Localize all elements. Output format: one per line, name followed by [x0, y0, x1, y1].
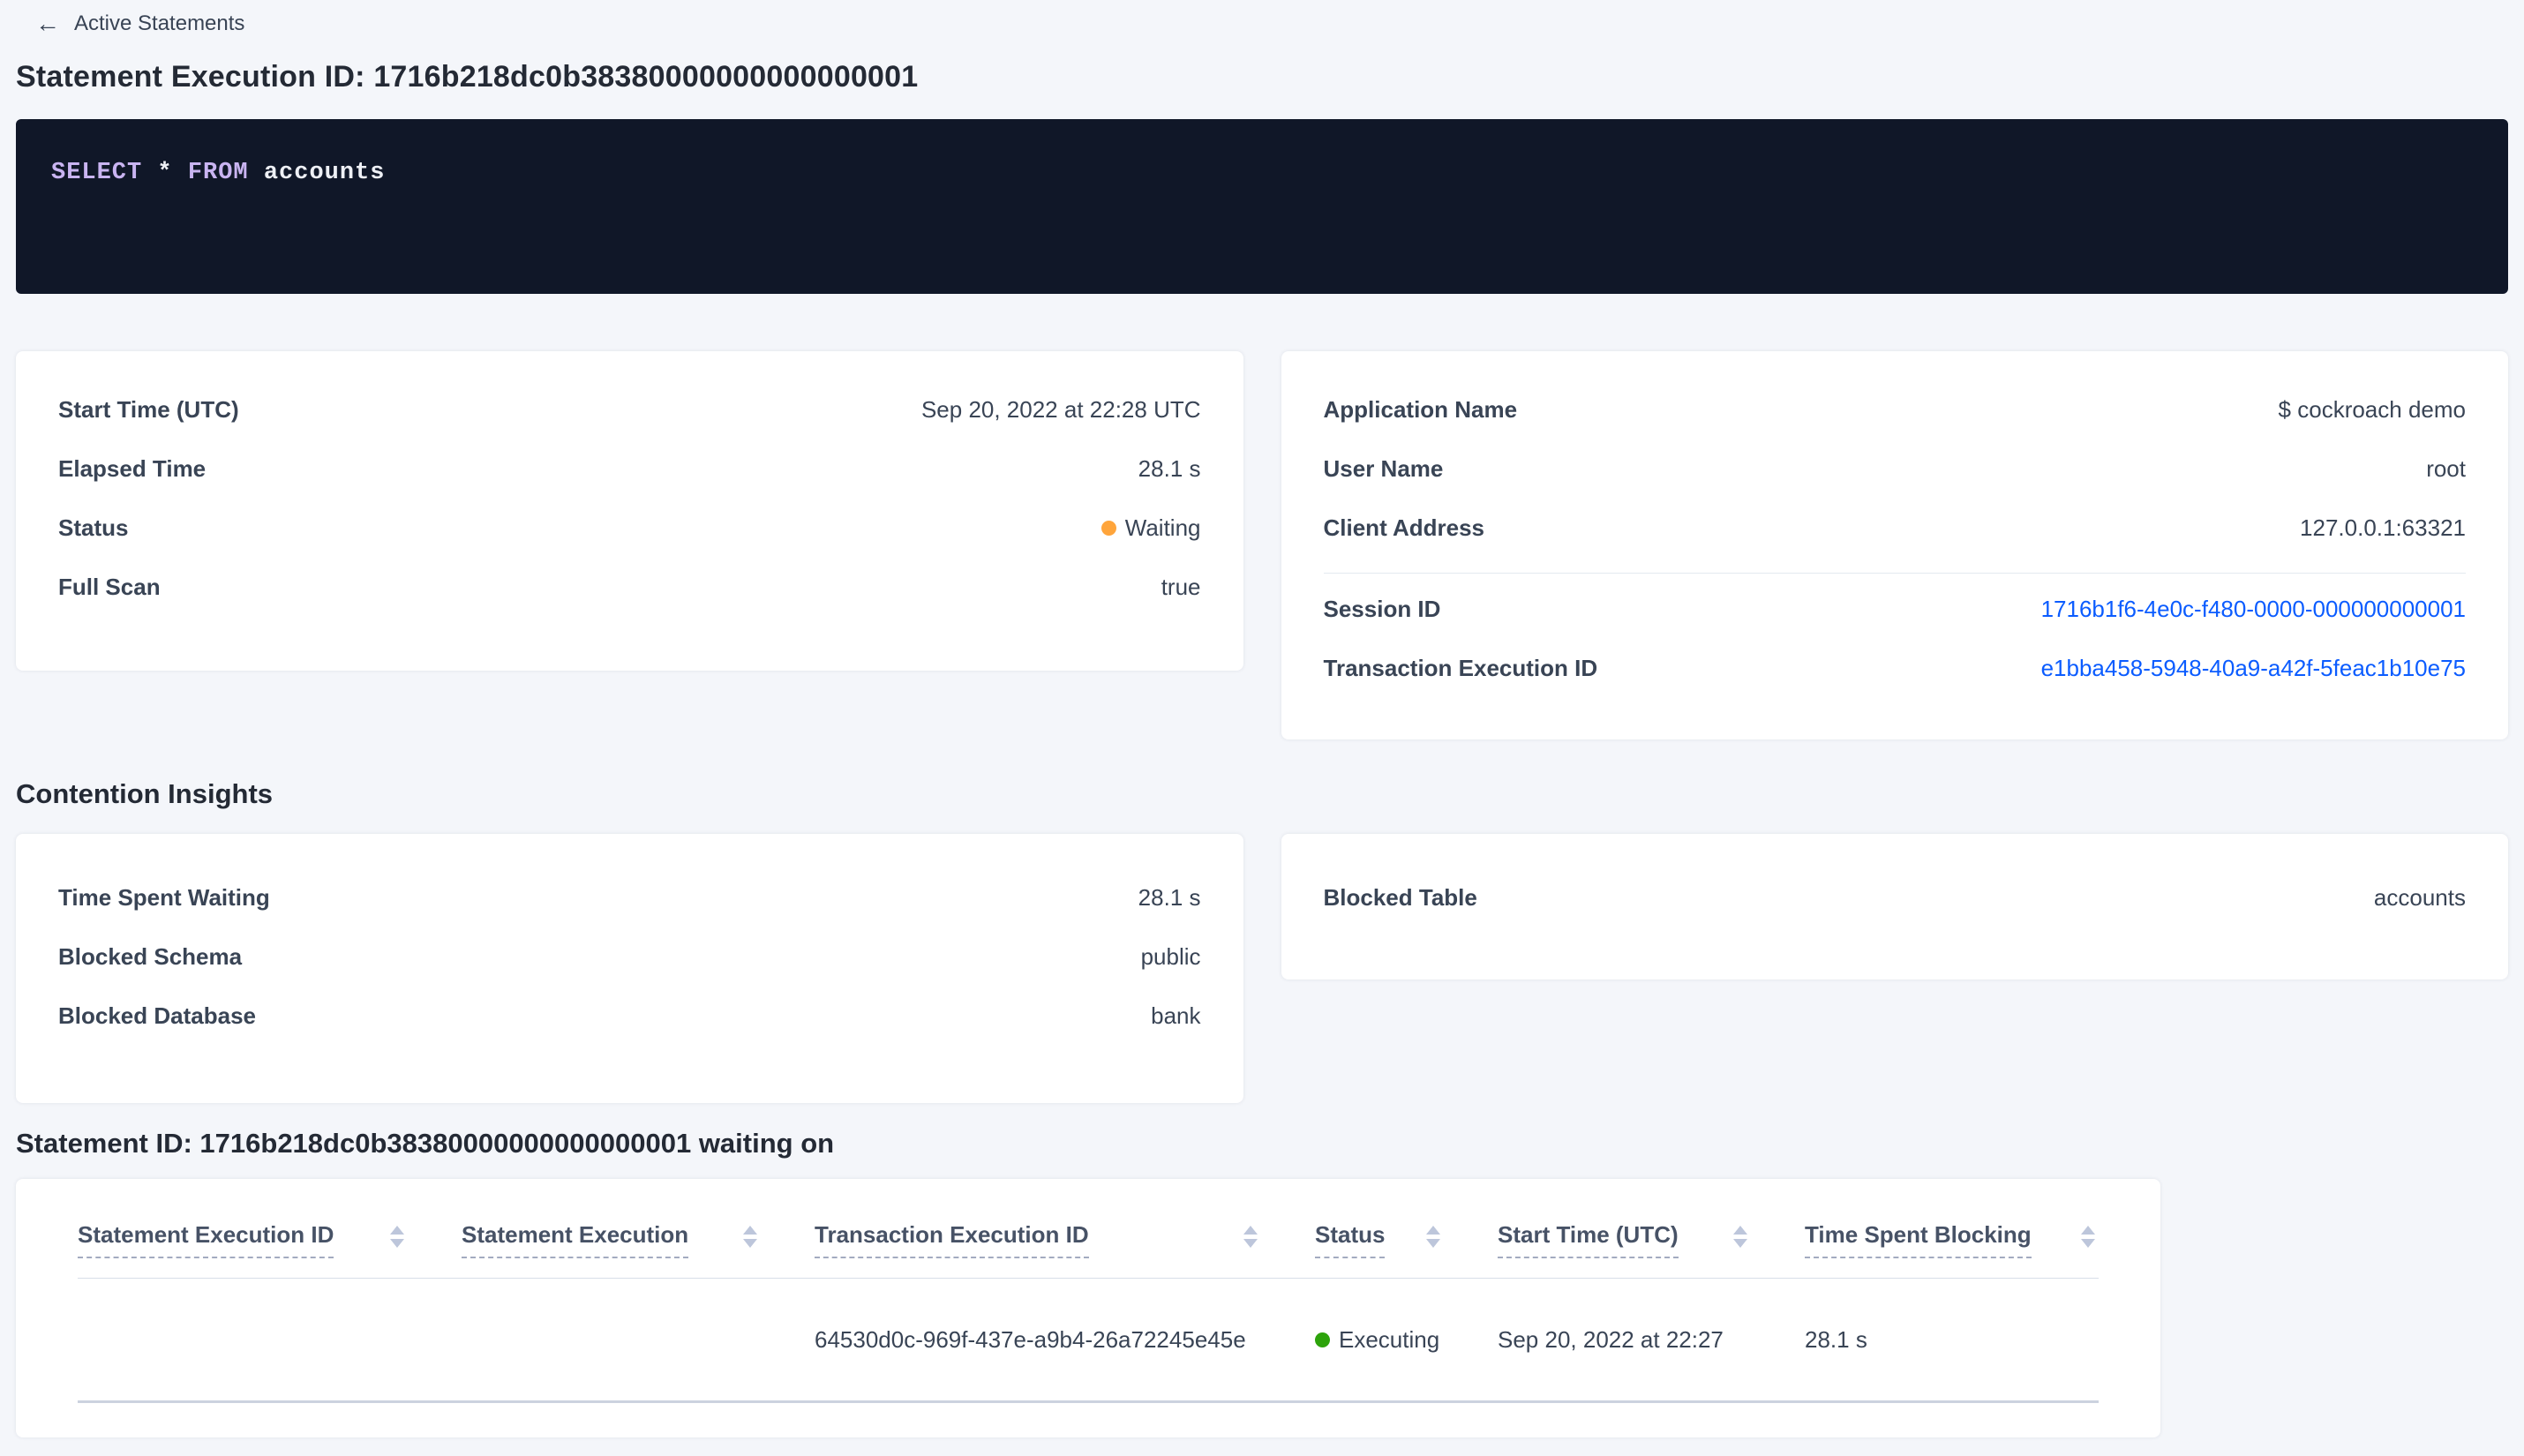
session-id-label: Session ID [1323, 596, 1441, 622]
sort-arrows-icon[interactable] [390, 1226, 404, 1248]
column-header-transaction-execution-id[interactable]: Transaction Execution ID [815, 1179, 1315, 1279]
table-header-row: Statement Execution ID Statement Executi… [78, 1179, 2099, 1279]
user-name-row: User Name root [1324, 454, 2467, 483]
waiting-status-dot-icon [1100, 520, 1116, 536]
full-scan-label: Full Scan [58, 574, 161, 600]
full-scan-row: Full Scan true [58, 573, 1201, 601]
sort-arrows-icon[interactable] [1426, 1226, 1440, 1248]
cell-statement-execution-id [78, 1278, 462, 1403]
column-label: Statement Execution [462, 1220, 689, 1258]
blocked-database-value: bank [1151, 1002, 1201, 1029]
time-spent-waiting-row: Time Spent Waiting 28.1 s [58, 883, 1201, 912]
contention-cards-row: Time Spent Waiting 28.1 s Blocked Schema… [16, 834, 2508, 1103]
waiting-on-table-card: Statement Execution ID Statement Executi… [16, 1179, 2160, 1437]
user-name-value: root [2426, 455, 2466, 482]
elapsed-time-value: 28.1 s [1138, 455, 1201, 482]
status-text: Waiting [1124, 514, 1201, 541]
blocked-schema-row: Blocked Schema public [58, 942, 1201, 971]
full-scan-value: true [1161, 574, 1201, 600]
cell-statement-execution [462, 1278, 815, 1403]
blocked-schema-value: public [1140, 943, 1201, 970]
status-label: Status [58, 514, 129, 541]
back-to-active-statements-link[interactable]: ← Active Statements [35, 11, 244, 36]
transaction-execution-id-link[interactable]: e1bba458-5948-40a9-a42f-5feac1b10e75 [2041, 654, 2466, 682]
breadcrumb: ← Active Statements [16, 0, 2508, 39]
sql-text: * [142, 160, 188, 186]
contention-insights-heading: Contention Insights [16, 778, 274, 809]
column-header-status[interactable]: Status [1315, 1179, 1498, 1279]
sql-statement-text: SELECT * FROM accounts [51, 159, 2473, 187]
time-spent-waiting-label: Time Spent Waiting [58, 884, 270, 911]
overview-cards-row: Start Time (UTC) Sep 20, 2022 at 22:28 U… [16, 351, 2508, 739]
elapsed-time-row: Elapsed Time 28.1 s [58, 454, 1201, 483]
time-spent-waiting-value: 28.1 s [1138, 884, 1201, 911]
sort-arrows-icon[interactable] [1243, 1226, 1258, 1248]
client-address-value: 127.0.0.1:63321 [2300, 514, 2466, 541]
client-address-row: Client Address 127.0.0.1:63321 [1324, 514, 2467, 542]
application-name-label: Application Name [1323, 396, 1518, 423]
arrow-left-icon: ← [35, 10, 60, 37]
contention-details-card: Time Spent Waiting 28.1 s Blocked Schema… [16, 834, 1243, 1103]
waiting-on-table: Statement Execution ID Statement Executi… [78, 1179, 2099, 1403]
client-address-label: Client Address [1323, 514, 1485, 541]
cell-time-spent-blocking: 28.1 s [1805, 1278, 2099, 1403]
sort-arrows-icon[interactable] [2081, 1226, 2095, 1248]
start-time-row: Start Time (UTC) Sep 20, 2022 at 22:28 U… [58, 395, 1201, 424]
status-text: Executing [1339, 1325, 1440, 1353]
card-divider [1323, 573, 2466, 574]
sql-keyword: SELECT [51, 160, 143, 186]
back-link-label: Active Statements [74, 11, 245, 35]
status-value: Waiting [1100, 514, 1201, 542]
column-header-time-spent-blocking[interactable]: Time Spent Blocking [1805, 1179, 2099, 1279]
blocked-table-card: Blocked Table accounts [1281, 834, 2508, 979]
blocked-table-value: accounts [2373, 884, 2466, 911]
cell-transaction-execution-id: 64530d0c-969f-437e-a9b4-26a72245e45e [815, 1278, 1315, 1403]
start-time-label: Start Time (UTC) [58, 396, 239, 423]
start-time-value: Sep 20, 2022 at 22:28 UTC [920, 396, 1201, 423]
column-header-start-time[interactable]: Start Time (UTC) [1498, 1179, 1805, 1279]
sql-statement-box: SELECT * FROM accounts [16, 119, 2508, 294]
blocked-table-row: Blocked Table accounts [1324, 883, 2467, 912]
blocked-database-label: Blocked Database [58, 1002, 256, 1029]
column-label: Time Spent Blocking [1805, 1220, 2032, 1258]
statement-execution-details-page: ← Active Statements Statement Execution … [0, 0, 2524, 1437]
execution-overview-card: Start Time (UTC) Sep 20, 2022 at 22:28 U… [16, 351, 1243, 671]
elapsed-time-label: Elapsed Time [58, 455, 207, 482]
executing-status-dot-icon [1315, 1332, 1330, 1347]
column-label: Status [1315, 1220, 1386, 1258]
status-row: Status Waiting [58, 514, 1201, 542]
sort-arrows-icon[interactable] [743, 1226, 757, 1248]
user-name-label: User Name [1323, 455, 1444, 482]
transaction-execution-id-row: Transaction Execution ID e1bba458-5948-4… [1324, 654, 2467, 682]
transaction-execution-id-label: Transaction Execution ID [1323, 655, 1598, 681]
waiting-on-heading: Statement ID: 1716b218dc0b38380000000000… [16, 1128, 835, 1159]
sql-keyword: FROM [187, 160, 249, 186]
session-overview-card: Application Name $ cockroach demo User N… [1281, 351, 2508, 739]
column-label: Transaction Execution ID [815, 1220, 1089, 1258]
blocked-database-row: Blocked Database bank [58, 1002, 1201, 1030]
column-label: Statement Execution ID [78, 1220, 334, 1258]
session-id-link[interactable]: 1716b1f6-4e0c-f480-0000-000000000001 [2041, 595, 2466, 623]
cell-status: Executing [1315, 1278, 1498, 1403]
table-row: 64530d0c-969f-437e-a9b4-26a72245e45e Exe… [78, 1278, 2099, 1403]
sort-arrows-icon[interactable] [1733, 1226, 1747, 1248]
sql-text: accounts [248, 160, 386, 186]
page-title: Statement Execution ID: 1716b218dc0b3838… [16, 60, 919, 94]
application-name-row: Application Name $ cockroach demo [1324, 395, 2467, 424]
column-header-statement-execution-id[interactable]: Statement Execution ID [78, 1179, 462, 1279]
cell-start-time: Sep 20, 2022 at 22:27 [1498, 1278, 1805, 1403]
column-header-statement-execution[interactable]: Statement Execution [462, 1179, 815, 1279]
blocked-schema-label: Blocked Schema [58, 943, 243, 970]
column-label: Start Time (UTC) [1498, 1220, 1679, 1258]
session-id-row: Session ID 1716b1f6-4e0c-f480-0000-00000… [1324, 595, 2467, 623]
application-name-value: $ cockroach demo [2278, 396, 2466, 423]
blocked-table-label: Blocked Table [1323, 884, 1477, 911]
